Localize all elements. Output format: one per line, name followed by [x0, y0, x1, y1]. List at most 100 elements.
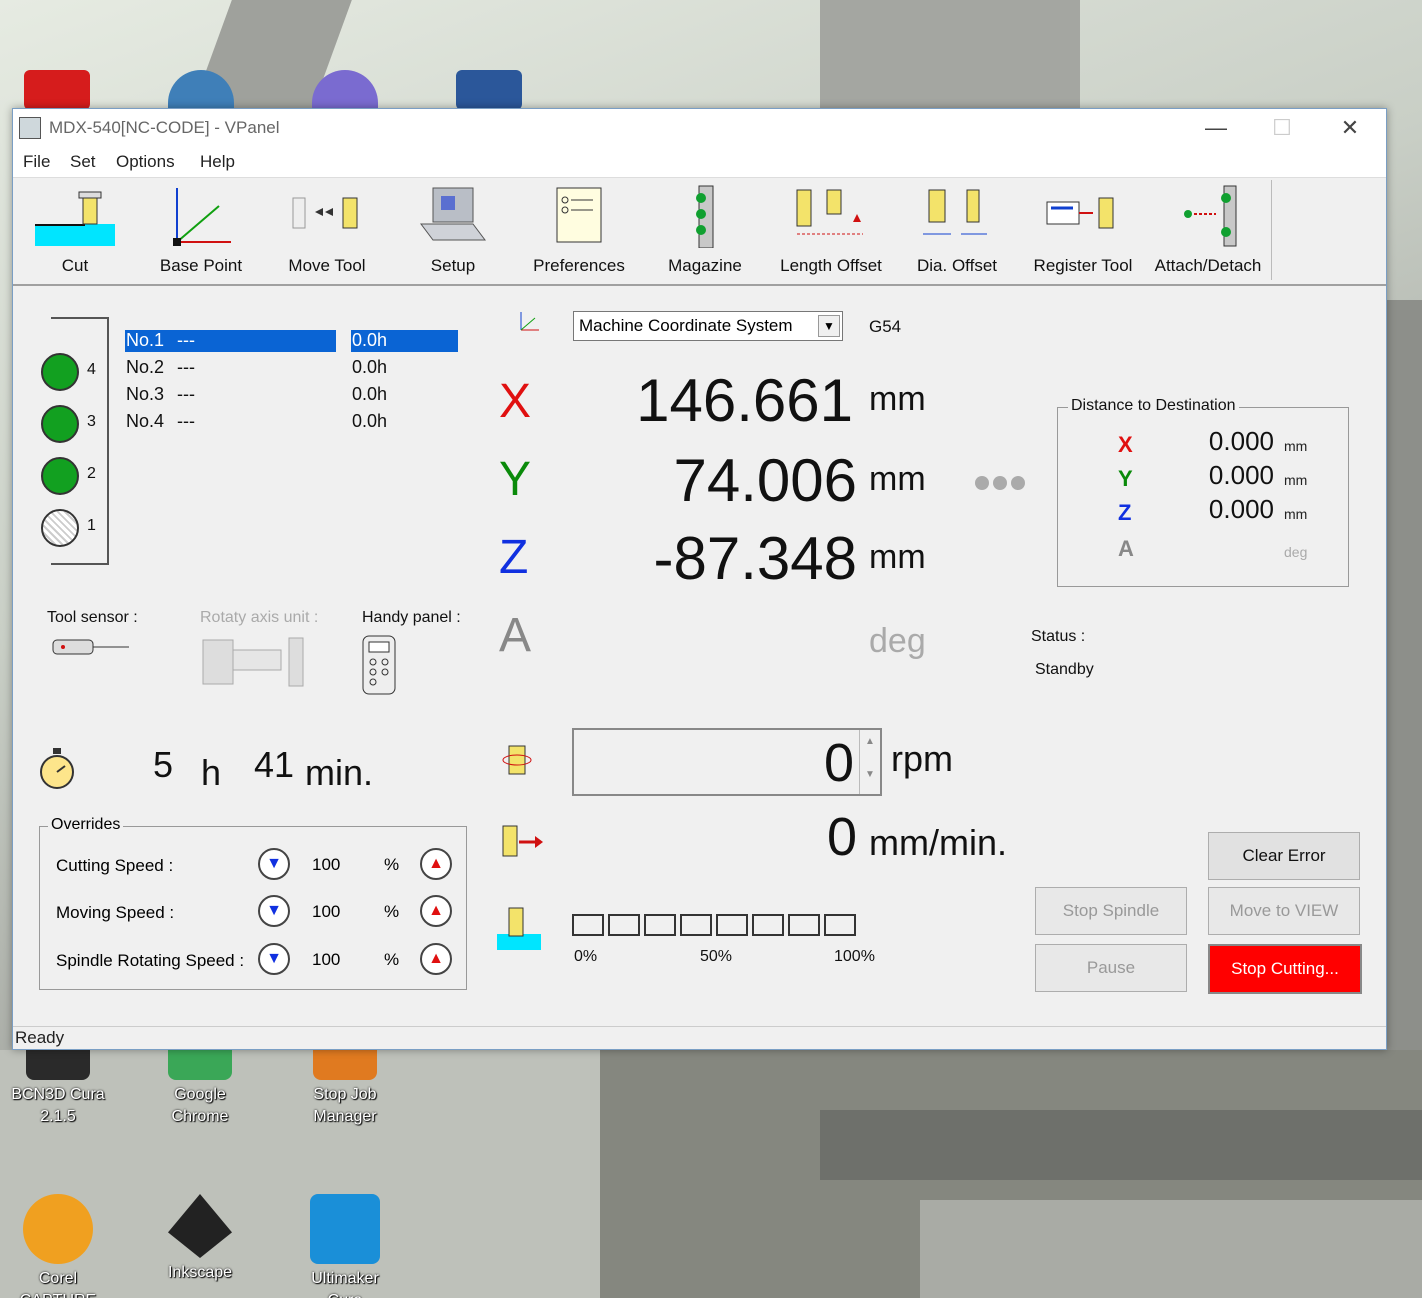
stepper-up-icon[interactable]: ▲ [860, 736, 880, 747]
stopwatch-icon [40, 748, 74, 789]
menu-help[interactable]: Help [200, 152, 235, 172]
tool-sensor-icon [52, 639, 129, 655]
register-tool-button[interactable]: Register Tool [1022, 178, 1144, 282]
background-wall [820, 0, 1080, 120]
desktop-icon-inkscape[interactable]: Inkscape [150, 1194, 250, 1284]
timer-hours: 5 [153, 744, 174, 785]
override-value: 100 [312, 855, 341, 874]
progress-label-end: 100% [834, 948, 875, 965]
dia-offset-button[interactable]: Dia. Offset [896, 178, 1018, 282]
override-label: Spindle Rotating Speed : [56, 951, 245, 970]
acrobat-icon[interactable] [24, 70, 90, 110]
decrease-spindle-speed-button[interactable]: ▼ [258, 943, 290, 975]
move-to-view-button[interactable]: Move to VIEW [1208, 887, 1360, 935]
tool-row[interactable]: No.3 --- 0.0h [125, 384, 461, 406]
base-point-icon [173, 188, 231, 246]
close-button[interactable]: ✕ [1317, 109, 1383, 147]
desktop-icon-stop-job-manager[interactable]: Stop Job Manager [295, 1040, 395, 1128]
spindle-speed-override: Spindle Rotating Speed : ▼ 100 % ▲ [56, 943, 456, 977]
pocket-1-icon[interactable] [41, 509, 79, 547]
tool-desc: --- [177, 330, 195, 350]
more-icon[interactable] [975, 476, 1025, 495]
tool-row[interactable]: No.1 --- 0.0h [125, 330, 461, 352]
dest-x-unit: mm [1284, 438, 1308, 454]
chevron-down-icon[interactable]: ▼ [818, 315, 840, 337]
length-offset-button[interactable]: Length Offset [770, 178, 892, 282]
tool-name: No.1 [125, 330, 336, 352]
dest-x-value: 0.000 [1208, 426, 1274, 456]
distance-to-destination-group: Distance to Destination X 0.000 mm Y 0.0… [1057, 397, 1349, 587]
progress-cell [716, 914, 748, 936]
pocket-4-icon[interactable] [41, 353, 79, 391]
pocket-3-icon[interactable] [41, 405, 79, 443]
title-bar[interactable]: MDX-540[NC-CODE] - VPanel — ☐ ✕ [13, 109, 1386, 147]
menu-options[interactable]: Options [116, 152, 175, 172]
y-unit: mm [869, 460, 926, 498]
magazine-button[interactable]: Magazine [644, 178, 766, 282]
z-coordinate: -87.348 [653, 525, 858, 592]
dest-z-label: Z [1118, 500, 1132, 525]
override-value: 100 [312, 902, 341, 921]
menu-set[interactable]: Set [70, 152, 96, 172]
tool-row[interactable]: No.4 --- 0.0h [125, 411, 461, 433]
base-point-button[interactable]: Base Point [140, 178, 262, 282]
dest-y-value: 0.000 [1208, 460, 1274, 490]
cutting-speed-override: Cutting Speed : ▼ 100 % ▲ [56, 848, 456, 882]
coordinate-system-select[interactable]: Machine Coordinate System ▼ [573, 311, 843, 341]
tool-name: No.3 [126, 384, 165, 404]
attach-detach-button[interactable]: Attach/Detach [1147, 178, 1269, 282]
tool-hours: 0.0h [352, 411, 388, 431]
tool-desc: --- [177, 384, 195, 404]
pocket-2-icon[interactable] [41, 457, 79, 495]
overrides-group: Overrides Cutting Speed : ▼ 100 % ▲ Movi… [39, 816, 467, 990]
desktop-icon-bcn3d-cura[interactable]: BCN3D Cura 2.1.5 [8, 1040, 108, 1128]
stepper-down-icon[interactable]: ▼ [860, 769, 880, 780]
app-icon[interactable] [19, 117, 41, 139]
z-unit: mm [869, 538, 926, 576]
pause-button[interactable]: Pause [1035, 944, 1187, 992]
pocket-number: 4 [87, 361, 96, 378]
tool-hours: 0.0h [351, 330, 458, 352]
decrease-moving-speed-button[interactable]: ▼ [258, 895, 290, 927]
decrease-cutting-speed-button[interactable]: ▼ [258, 848, 290, 880]
clear-error-button[interactable]: Clear Error [1208, 832, 1360, 880]
progress-cell [572, 914, 604, 936]
minimize-button[interactable]: — [1183, 109, 1249, 147]
menu-file[interactable]: File [23, 152, 50, 172]
corel-capture-icon [23, 1194, 93, 1264]
stop-cutting-button[interactable]: Stop Cutting... [1208, 944, 1362, 994]
override-value: 100 [312, 950, 341, 969]
tool-row[interactable]: No.2 --- 0.0h [125, 357, 461, 379]
move-tool-button[interactable]: Move Tool [266, 178, 388, 282]
word-icon[interactable] [456, 70, 522, 110]
spindle-speed-input[interactable]: 0 ▲ ▼ [572, 728, 882, 796]
spindle-speed-stepper[interactable]: ▲ ▼ [859, 730, 880, 794]
override-unit: % [384, 902, 400, 921]
dest-z-unit: mm [1284, 506, 1308, 522]
y-coordinate: 74.006 [673, 447, 857, 514]
timer-min-unit: min. [305, 752, 374, 793]
setup-button[interactable]: Setup [392, 178, 514, 282]
stop-spindle-button[interactable]: Stop Spindle [1035, 887, 1187, 935]
magazine-graphic: 4 3 2 1 [41, 317, 109, 565]
increase-moving-speed-button[interactable]: ▲ [420, 895, 452, 927]
desktop-icon-google-chrome[interactable]: Google Chrome [150, 1040, 250, 1128]
dia-offset-icon [923, 189, 987, 235]
increase-cutting-speed-button[interactable]: ▲ [420, 848, 452, 880]
x-coordinate: 146.661 [636, 367, 853, 434]
increase-spindle-speed-button[interactable]: ▲ [420, 943, 452, 975]
setup-icon [420, 187, 486, 241]
cut-button[interactable]: Cut [14, 178, 136, 282]
dest-a-unit: deg [1284, 544, 1308, 560]
desktop-icon-ultimaker-cura[interactable]: Ultimaker Cura [295, 1194, 395, 1298]
status-bar-text: Ready [15, 1028, 65, 1047]
dest-x-label: X [1118, 432, 1133, 457]
window-title: MDX-540[NC-CODE] - VPanel [49, 118, 280, 137]
menu-bar: File Set Options Help [13, 147, 1386, 178]
gcode-label: G54 [869, 317, 902, 336]
toolbar-separator [1271, 180, 1272, 280]
desktop-icon-corel-capture[interactable]: Corel CAPTURE [8, 1194, 108, 1298]
rotary-axis-icon [202, 637, 304, 687]
status-label: Status : [1031, 628, 1086, 645]
preferences-button[interactable]: Preferences [518, 178, 640, 282]
